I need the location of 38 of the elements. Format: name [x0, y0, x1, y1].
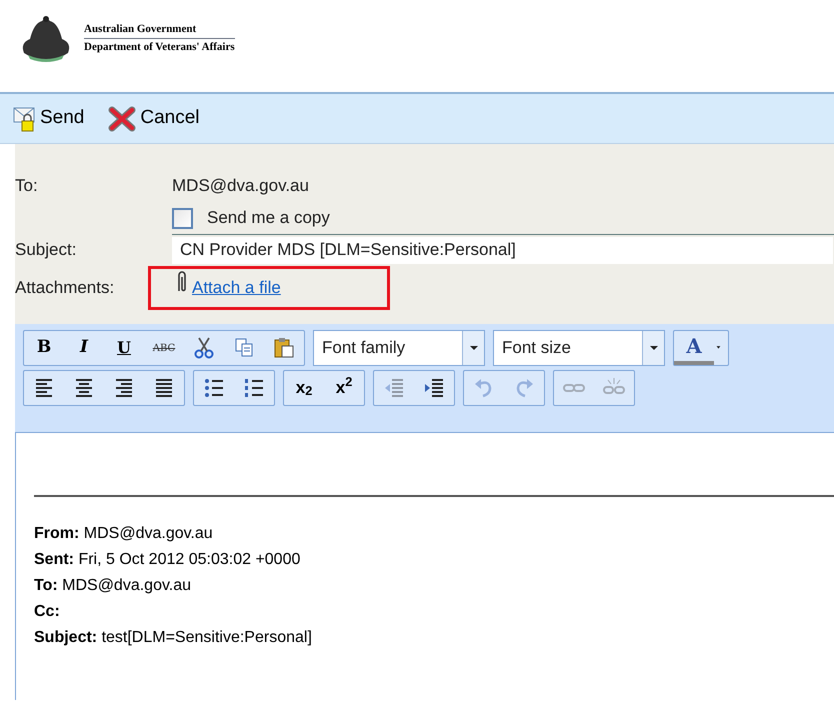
department-title: Department of Veterans' Affairs — [84, 40, 235, 55]
align-center-icon[interactable] — [73, 376, 95, 400]
attachments-label: Attachments: — [15, 277, 116, 300]
subject-label: Subject: — [15, 239, 78, 262]
superscript-button[interactable]: x$^{2}$ — [324, 371, 364, 405]
government-title: Australian Government — [84, 21, 235, 39]
envelope-lock-icon — [12, 106, 36, 132]
scissors-icon[interactable] — [193, 336, 215, 360]
align-left-icon[interactable] — [33, 376, 55, 400]
header-line: Subject: test[DLM=Sensitive:Personal] — [34, 628, 313, 648]
caret-icon — [648, 345, 658, 351]
underline-button[interactable]: U — [104, 331, 144, 365]
strikethrough-button[interactable]: ABC — [144, 331, 184, 365]
to-address: MDS@dva.gov.au — [172, 175, 309, 198]
header-line: Cc: — [34, 602, 61, 622]
italic-button[interactable]: I — [64, 331, 104, 365]
attach-file-link[interactable]: Attach a file — [192, 275, 281, 301]
header-line: From: MDS@dva.gov.au — [34, 524, 214, 544]
clipboard-icon[interactable] — [273, 336, 295, 360]
send-button[interactable]: Send — [12, 104, 84, 133]
subject-field[interactable]: CN Provider MDS [DLM=Sensitive:Personal] — [172, 236, 833, 264]
justify-icon[interactable] — [153, 376, 175, 400]
header-line: To: MDS@dva.gov.au — [34, 576, 192, 596]
font-dropdown[interactable]: Font family — [313, 330, 485, 366]
font-dropdown[interactable]: Font size — [493, 330, 665, 366]
cancel-button[interactable]: Cancel — [108, 104, 200, 133]
cross-icon — [108, 106, 136, 132]
align-right-icon[interactable] — [113, 376, 135, 400]
copy-checkbox[interactable] — [172, 208, 193, 228]
header-line: Sent: Fri, 5 Oct 2012 05:03:02 +0000 — [34, 550, 302, 570]
copy-label: Send me a copy — [207, 207, 330, 230]
bold-button[interactable]: B — [24, 331, 64, 365]
caret-icon — [468, 345, 478, 351]
subscript-button[interactable]: x$_{2}$ — [284, 371, 324, 405]
indent-icon[interactable] — [423, 376, 445, 400]
bulleted-list-icon[interactable] — [203, 376, 225, 400]
to-label: To: — [15, 175, 39, 198]
numbered-list-icon[interactable] — [243, 376, 265, 400]
